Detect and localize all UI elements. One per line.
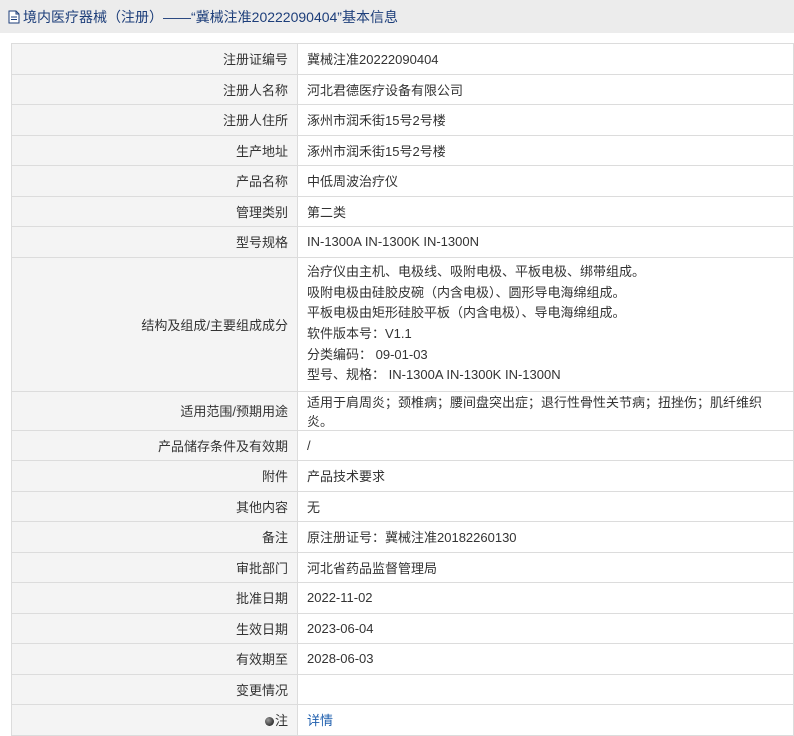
field-label: 注册人住所 [11,104,298,136]
field-value: 涿州市润禾街15号2号楼 [297,104,794,136]
field-value: 中低周波治疗仪 [297,165,794,197]
field-value: IN-1300A IN-1300K IN-1300N [297,226,794,258]
field-label: 有效期至 [11,643,298,675]
field-value: 河北省药品监督管理局 [297,551,794,583]
structure-line: 吸附电极由硅胶皮碗（内含电极）、圆形导电海绵组成。 [307,284,626,300]
table-row: 结构及组成/主要组成成分 治疗仪由主机、电极线、吸附电极、平板电极、绑带组成。 … [11,256,794,392]
table-row: 备注 原注册证号：冀械注准20182260130 [11,521,794,553]
table-row: 管理类别 第二类 [11,195,794,227]
table-row: 型号规格 IN-1300A IN-1300K IN-1300N [11,226,794,258]
page-header: 境内医疗器械（注册）——“冀械注准20222090404”基本信息 [0,0,794,33]
field-label: 适用范围/预期用途 [11,390,298,431]
structure-line: 治疗仪由主机、电极线、吸附电极、平板电极、绑带组成。 [307,264,646,280]
field-label: 附件 [11,460,298,492]
field-label: 备注 [11,521,298,553]
field-value: 第二类 [297,195,794,227]
field-label: 产品储存条件及有效期 [11,429,298,461]
field-value: 涿州市润禾街15号2号楼 [297,134,794,166]
field-value: 治疗仪由主机、电极线、吸附电极、平板电极、绑带组成。 吸附电极由硅胶皮碗（内含电… [297,256,794,392]
field-label: 结构及组成/主要组成成分 [11,256,298,392]
field-value: 产品技术要求 [297,460,794,492]
details-link[interactable]: 详情 [307,713,333,728]
field-value: 详情 [297,704,794,736]
field-value: 无 [297,490,794,522]
table-row: 变更情况 [11,673,794,705]
note-bullet-icon [264,717,274,727]
field-label: 其他内容 [11,490,298,522]
structure-line: 分类编码： 09-01-03 [307,346,428,362]
table-row: 注册人住所 涿州市润禾街15号2号楼 [11,104,794,136]
field-value: 适用于肩周炎；颈椎病；腰间盘突出症；退行性骨性关节病；扭挫伤；肌纤维织炎。 [297,390,794,431]
field-label: 批准日期 [11,582,298,614]
structure-line: 型号、规格： IN-1300A IN-1300K IN-1300N [307,367,561,383]
field-label: 生效日期 [11,612,298,644]
table-row: 注 详情 [11,704,794,736]
note-label-cell: 注 [11,704,298,736]
field-label: 产品名称 [11,165,298,197]
table-row: 生效日期 2023-06-04 [11,612,794,644]
page-title: 境内医疗器械（注册）——“冀械注准20222090404”基本信息 [23,8,398,25]
table-row: 注册证编号 冀械注准20222090404 [11,43,794,75]
field-value: 河北君德医疗设备有限公司 [297,73,794,105]
field-value: 2022-11-02 [297,582,794,614]
table-row: 审批部门 河北省药品监督管理局 [11,551,794,583]
table-row: 产品储存条件及有效期 / [11,429,794,461]
table-row: 生产地址 涿州市润禾街15号2号楼 [11,134,794,166]
field-value: 原注册证号：冀械注准20182260130 [297,521,794,553]
field-label: 注册人名称 [11,73,298,105]
table-row: 其他内容 无 [11,490,794,522]
field-label: 管理类别 [11,195,298,227]
table-row: 批准日期 2022-11-02 [11,582,794,614]
field-value: 2023-06-04 [297,612,794,644]
field-label: 注册证编号 [11,43,298,75]
field-label: 生产地址 [11,134,298,166]
field-value: 2028-06-03 [297,643,794,675]
document-icon [8,10,20,24]
table-row: 有效期至 2028-06-03 [11,643,794,675]
field-label: 变更情况 [11,673,298,705]
field-label: 型号规格 [11,226,298,258]
info-table-container: 注册证编号 冀械注准20222090404 注册人名称 河北君德医疗设备有限公司… [11,43,794,736]
field-value: / [297,429,794,461]
table-row: 注册人名称 河北君德医疗设备有限公司 [11,73,794,105]
structure-line: 平板电极由矩形硅胶平板（内含电极）、导电海绵组成。 [307,305,626,321]
field-value [297,673,794,705]
field-value: 冀械注准20222090404 [297,43,794,75]
field-label: 审批部门 [11,551,298,583]
table-row: 附件 产品技术要求 [11,460,794,492]
table-row: 产品名称 中低周波治疗仪 [11,165,794,197]
structure-line: 软件版本号：V1.1 [307,326,412,341]
table-row: 适用范围/预期用途 适用于肩周炎；颈椎病；腰间盘突出症；退行性骨性关节病；扭挫伤… [11,390,794,431]
info-table: 注册证编号 冀械注准20222090404 注册人名称 河北君德医疗设备有限公司… [11,43,794,736]
field-label: 注 [274,713,288,729]
